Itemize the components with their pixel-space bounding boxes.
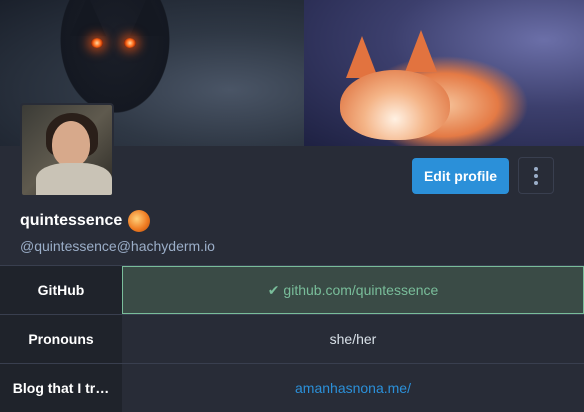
fox-face	[340, 70, 450, 140]
field-value-text[interactable]: github.com/quintessence	[283, 282, 438, 298]
field-name: Pronouns	[0, 315, 122, 363]
cat-ear-right	[130, 0, 166, 36]
fox-ear-right	[405, 30, 437, 72]
fox-emoji-icon	[128, 210, 151, 232]
check-icon: ✔	[267, 281, 280, 298]
field-row-blog: Blog that I tr… amanhasnona.me/	[0, 363, 584, 412]
avatar-body	[36, 163, 112, 195]
field-name: Blog that I tr…	[0, 364, 122, 412]
edit-profile-button[interactable]: Edit profile	[412, 158, 509, 194]
cat-eye-right	[124, 38, 136, 48]
cat-eye-left	[91, 38, 103, 48]
display-name-text: quintessence	[20, 212, 123, 229]
cat-ear-left	[70, 0, 106, 36]
field-row-github: GitHub ✔ github.com/quintessence	[0, 265, 584, 314]
more-vertical-icon	[534, 166, 538, 171]
field-value: she/her	[329, 331, 377, 347]
avatar[interactable]	[20, 103, 114, 197]
blog-link[interactable]: amanhasnona.me/	[295, 380, 411, 396]
display-name: quintessence	[20, 210, 151, 232]
field-value[interactable]: amanhasnona.me/	[122, 364, 584, 412]
field-row-pronouns: Pronouns she/her	[0, 314, 584, 363]
avatar-face	[52, 121, 90, 167]
field-value[interactable]: ✔ github.com/quintessence	[122, 266, 584, 314]
account-handle: @quintessence@hachyderm.io	[20, 238, 215, 254]
more-options-button[interactable]	[518, 157, 554, 194]
field-name: GitHub	[0, 266, 122, 314]
profile-fields: GitHub ✔ github.com/quintessence Pronoun…	[0, 265, 584, 412]
